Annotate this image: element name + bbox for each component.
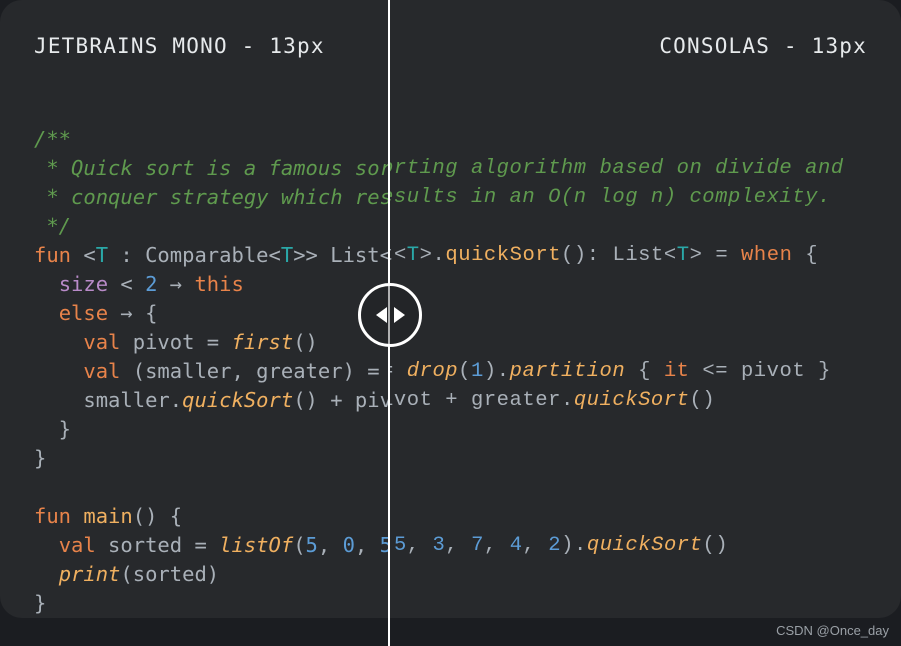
code-card: JETBRAINS MONO - 13px CONSOLAS - 13px /*… [0, 0, 901, 618]
watermark: CSDN @Once_day [776, 623, 889, 638]
comparison-slider-handle[interactable] [358, 283, 422, 347]
arrow-left-icon [375, 307, 387, 323]
arrow-right-icon [393, 307, 405, 323]
font-comparison-screenshot: JETBRAINS MONO - 13px CONSOLAS - 13px /*… [0, 0, 901, 646]
